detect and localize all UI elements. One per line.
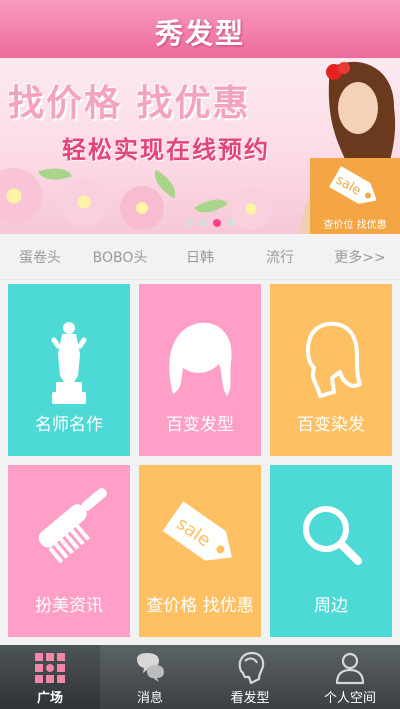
category-tab[interactable]: BOBO头	[80, 247, 160, 267]
category-tab[interactable]: 流行	[240, 247, 320, 267]
nav-personal-space[interactable]: 个人空间	[300, 645, 400, 709]
carousel-indicator	[185, 219, 235, 227]
category-tab[interactable]: 日韩	[160, 247, 240, 267]
tile-master-works[interactable]: 名师名作	[8, 284, 130, 456]
category-more-link[interactable]: 更多>>	[320, 247, 400, 267]
tile-hair-coloring[interactable]: 百变染发	[270, 284, 392, 456]
nav-label: 广场	[36, 691, 63, 706]
tile-price-deals[interactable]: sale 查价格 找优惠	[139, 465, 261, 637]
tile-nearby[interactable]: 周边	[270, 465, 392, 637]
flower-decoration	[60, 178, 108, 226]
app-title: 秀发型	[154, 17, 245, 50]
tile-label: 名师名作	[35, 415, 103, 435]
carousel-dot[interactable]	[185, 219, 193, 227]
sale-tag-icon: sale	[329, 166, 377, 204]
carousel-dot[interactable]	[227, 219, 235, 227]
carousel-dot[interactable]	[199, 219, 207, 227]
tile-hairstyles[interactable]: 百变发型	[139, 284, 261, 456]
bottom-nav: 广场 消息 看发型 个人空间	[0, 645, 400, 709]
carousel-dot-active[interactable]	[213, 219, 221, 227]
leaf-decoration	[194, 190, 228, 222]
promo-banner[interactable]: 找价格 找优惠 轻松实现在线预约 sale 查价位 找优惠	[0, 58, 400, 234]
tile-label: 查价格 找优惠	[146, 596, 254, 616]
tile-label: 扮美资讯	[35, 596, 103, 616]
head-profile-icon	[238, 651, 265, 685]
tile-label: 周边	[314, 596, 348, 616]
person-icon	[335, 652, 365, 685]
nav-view-hairstyles[interactable]: 看发型	[200, 645, 300, 709]
flower-decoration	[0, 168, 42, 224]
grid-icon	[35, 653, 65, 683]
leaf-decoration	[38, 161, 72, 187]
banner-headline: 找价格 找优惠	[8, 83, 251, 124]
tile-beauty-news[interactable]: 扮美资讯	[8, 465, 130, 637]
nav-label: 看发型	[230, 691, 270, 706]
nav-label: 个人空间	[323, 691, 376, 706]
flower-decoration	[120, 186, 164, 230]
category-tab[interactable]: 蛋卷头	[0, 247, 80, 267]
message-icon	[137, 653, 164, 682]
tile-label: 百变染发	[297, 415, 365, 435]
flower-decoration	[230, 188, 272, 230]
nav-messages[interactable]: 消息	[100, 645, 200, 709]
nav-plaza[interactable]: 广场	[0, 645, 100, 709]
nav-label: 消息	[136, 691, 163, 706]
banner-subheadline: 轻松实现在线预约	[62, 136, 270, 164]
tile-label: 百变发型	[166, 415, 234, 435]
app-header: 秀发型	[0, 0, 400, 64]
category-strip: 蛋卷头 BOBO头 日韩 流行 更多>>	[0, 234, 400, 280]
promo-text: 查价位 找优惠	[323, 220, 387, 231]
